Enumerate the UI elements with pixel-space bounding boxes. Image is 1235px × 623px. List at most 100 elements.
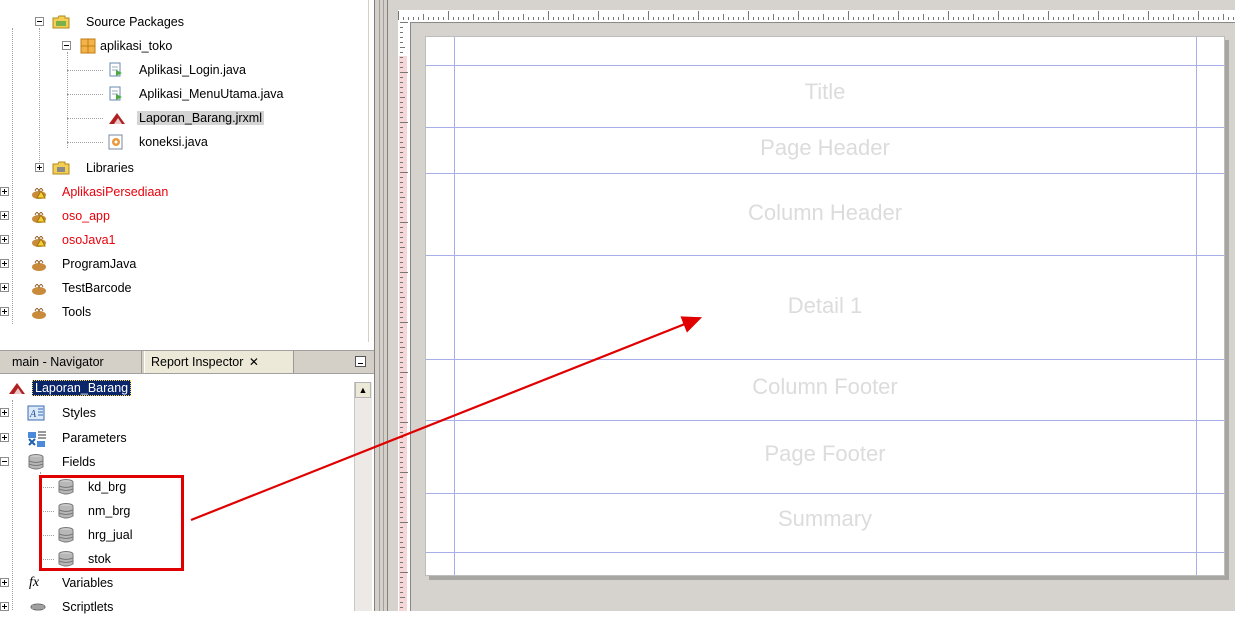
fields-icon: [27, 454, 44, 470]
tab-navigator[interactable]: main - Navigator: [6, 351, 142, 373]
tree-node-file[interactable]: Aplikasi_MenuUtama.java: [0, 82, 360, 106]
ruler-tick: [848, 11, 849, 20]
ruler-tick: [400, 112, 403, 113]
ruler-tick: [443, 17, 444, 20]
ruler-tick: [1218, 17, 1219, 20]
ruler-tick: [400, 477, 403, 478]
tree-node-source-packages[interactable]: Source Packages: [0, 10, 360, 34]
expand-toggle[interactable]: [0, 283, 9, 292]
ruler-tick: [1193, 17, 1194, 20]
ruler-tick: [400, 187, 403, 188]
ruler-tick: [400, 427, 403, 428]
ruler-tick: [400, 532, 403, 533]
ruler-tick: [400, 542, 403, 543]
expand-toggle[interactable]: [0, 433, 9, 442]
band-column-footer[interactable]: Column Footer: [426, 374, 1224, 400]
ruler-tick: [668, 17, 669, 20]
ruler-tick: [428, 17, 429, 20]
tree-label: Scriptlets: [62, 600, 114, 614]
band-title[interactable]: Title: [426, 79, 1224, 105]
ruler-tick: [400, 282, 403, 283]
tree-node-libraries[interactable]: Libraries: [0, 156, 360, 180]
ruler-tick: [400, 237, 403, 238]
project-node[interactable]: ProgramJava: [0, 252, 360, 276]
band-page-footer[interactable]: Page Footer: [426, 441, 1224, 467]
ruler-tick: [1128, 17, 1129, 20]
ruler-tick: [1003, 17, 1004, 20]
tree-node-parameters[interactable]: Parameters: [0, 426, 350, 450]
ruler-tick: [400, 442, 403, 443]
ruler-tick: [400, 342, 403, 343]
close-icon[interactable]: ✕: [249, 355, 259, 369]
panel-splitter[interactable]: [374, 0, 388, 611]
expand-toggle[interactable]: [0, 578, 9, 587]
band-detail[interactable]: Detail 1: [426, 293, 1224, 319]
java-project-icon: [30, 304, 46, 320]
ruler-tick: [618, 17, 619, 20]
project-node[interactable]: osoJava1: [0, 228, 360, 252]
ruler-tick: [623, 14, 624, 20]
ruler-tick: [408, 17, 409, 20]
expand-toggle[interactable]: [0, 235, 9, 244]
ruler-tick: [723, 14, 724, 20]
tree-label: Laporan_Barang: [32, 380, 132, 396]
expand-toggle[interactable]: [0, 187, 9, 196]
ruler-tick: [563, 17, 564, 20]
expand-toggle[interactable]: [0, 408, 9, 417]
ruler-tick: [538, 17, 539, 20]
ruler-tick: [868, 17, 869, 20]
band-page-header[interactable]: Page Header: [426, 135, 1224, 161]
expand-toggle[interactable]: [0, 259, 9, 268]
band-summary[interactable]: Summary: [426, 506, 1224, 532]
expand-toggle[interactable]: [0, 211, 9, 220]
ruler-tick: [400, 147, 405, 148]
band-column-header[interactable]: Column Header: [426, 200, 1224, 226]
ruler-tick: [973, 14, 974, 20]
ruler-tick: [518, 17, 519, 20]
ruler-tick: [400, 252, 403, 253]
expand-toggle[interactable]: [35, 163, 44, 172]
project-node[interactable]: TestBarcode: [0, 276, 360, 300]
ruler-tick: [883, 17, 884, 20]
tree-node-package[interactable]: aplikasi_toko: [0, 34, 360, 58]
scroll-up-icon[interactable]: ▲: [355, 382, 371, 398]
project-node[interactable]: Tools: [0, 300, 360, 324]
tree-node-scriptlets[interactable]: Scriptlets: [0, 595, 350, 619]
ruler-tick: [400, 537, 403, 538]
ruler-tick: [400, 247, 405, 248]
collapse-toggle[interactable]: [62, 41, 71, 50]
tab-report-inspector[interactable]: Report Inspector ✕: [144, 351, 294, 373]
ruler-tick: [400, 277, 403, 278]
ruler-tick: [400, 267, 403, 268]
ruler-tick: [400, 87, 403, 88]
ruler-tick: [400, 502, 403, 503]
ruler-tick: [453, 17, 454, 20]
expand-toggle[interactable]: [0, 307, 9, 316]
tab-label: Report Inspector: [151, 355, 244, 369]
project-node[interactable]: AplikasiPersediaan: [0, 180, 360, 204]
tree-node-file-selected[interactable]: Laporan_Barang.jrxml: [0, 106, 360, 130]
ruler-tick: [988, 17, 989, 20]
ruler-tick: [400, 227, 403, 228]
ruler-tick: [968, 17, 969, 20]
tree-node-styles[interactable]: A Styles: [0, 401, 350, 425]
collapse-toggle[interactable]: [35, 17, 44, 26]
tree-node-variables[interactable]: fx Variables: [0, 571, 350, 595]
collapse-toggle[interactable]: [0, 457, 9, 466]
tree-node-file[interactable]: Aplikasi_Login.java: [0, 58, 360, 82]
ruler-tick: [1033, 17, 1034, 20]
vertical-scrollbar[interactable]: ▲: [354, 382, 372, 611]
band-line: [426, 255, 1224, 256]
tree-node-report-root[interactable]: Laporan_Barang: [0, 376, 350, 400]
project-name: ProgramJava: [62, 257, 137, 271]
ruler-tick: [458, 17, 459, 20]
tree-node-file[interactable]: koneksi.java: [0, 130, 360, 154]
ruler-tick: [908, 17, 909, 20]
expand-toggle[interactable]: [0, 602, 9, 611]
tree-node-fields[interactable]: Fields: [0, 450, 350, 474]
ruler-tick: [498, 11, 499, 20]
project-node[interactable]: oso_app: [0, 204, 360, 228]
ruler-tick: [853, 17, 854, 20]
ruler-tick: [1068, 17, 1069, 20]
minimize-icon[interactable]: [355, 356, 366, 367]
